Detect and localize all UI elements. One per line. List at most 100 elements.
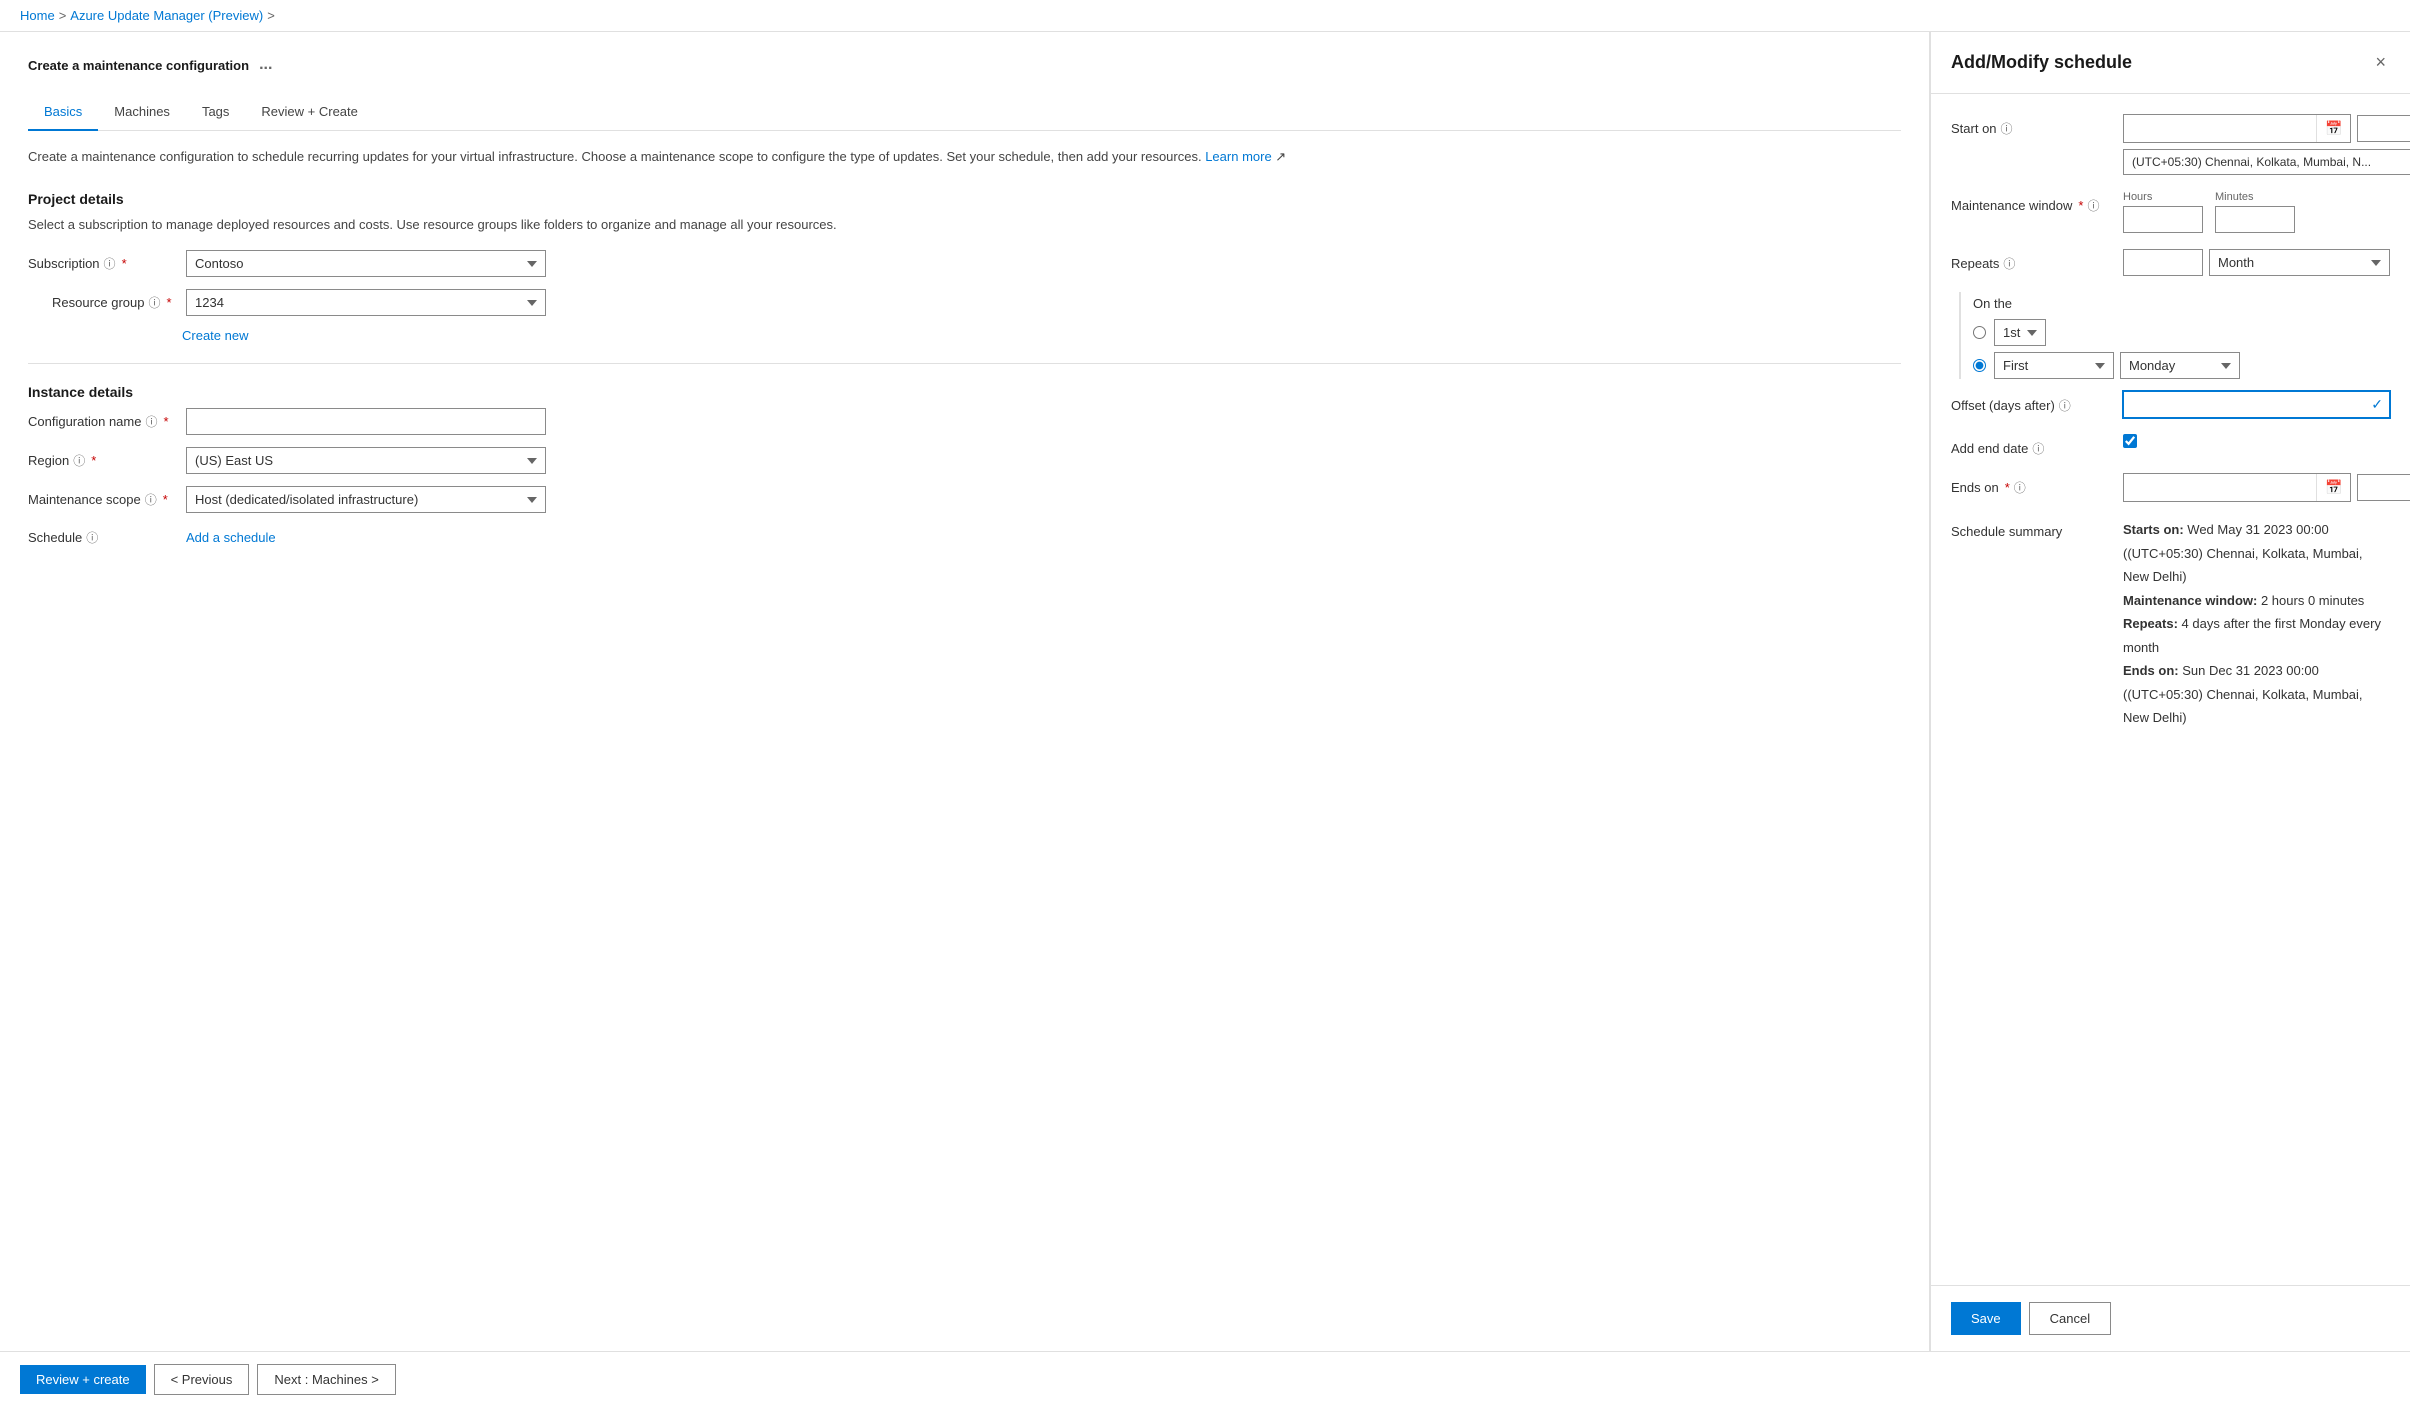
subscription-row: Subscription ⓘ * Contoso [28,250,1901,277]
offset-controls: 4 ✓ [2123,391,2390,418]
add-end-date-controls [2123,434,2390,448]
radio-ordinal[interactable] [1973,359,1986,372]
end-time-input[interactable]: 12:00 AM [2357,474,2410,501]
radio-ordinal-row: First Second Third Fourth Last Sunday Mo… [1973,352,2390,379]
schedule-label: Schedule ⓘ [28,529,178,546]
tabs-container: Basics Machines Tags Review + Create [28,94,1901,131]
resource-group-info-icon[interactable]: ⓘ [149,294,161,311]
offset-input[interactable]: 4 [2124,392,2389,417]
breadcrumb-sep2: > [267,8,275,23]
radio-day-number-row: 1st [1973,319,2390,346]
timezone-select[interactable]: (UTC+05:30) Chennai, Kolkata, Mumbai, N.… [2123,149,2410,175]
summary-window-bold: Maintenance window: [2123,593,2261,608]
radio-day-number[interactable] [1973,326,1986,339]
subscription-label: Subscription ⓘ * [28,255,178,272]
offset-input-wrap: 4 ✓ [2123,391,2390,418]
start-date-input-wrap: 05/31/2023 📅 [2123,114,2351,143]
page-title-more[interactable]: ... [259,56,272,74]
offset-check-icon: ✓ [2371,396,2383,413]
minutes-label: Minutes [2215,191,2295,203]
panel-close-button[interactable]: × [2371,48,2390,77]
breadcrumb-sep1: > [59,8,67,23]
panel-body: Start on ⓘ 05/31/2023 📅 12:00 AM (UTC+05… [1931,94,2410,1285]
bottom-bar: Review + create < Previous Next : Machin… [0,1351,2410,1407]
tab-tags[interactable]: Tags [186,94,245,131]
config-name-info-icon[interactable]: ⓘ [145,413,157,430]
ends-on-info-icon[interactable]: ⓘ [2014,479,2026,496]
repeats-unit-select[interactable]: Day Week Month Year [2209,249,2390,276]
start-date-input[interactable]: 05/31/2023 [2124,116,2316,141]
ordinal-select[interactable]: First Second Third Fourth Last [1994,352,2114,379]
region-row: Region ⓘ * (US) East US [28,447,1901,474]
calendar-icon[interactable]: 📅 [2316,115,2350,142]
resource-group-label: Resource group ⓘ * [28,294,178,311]
previous-button[interactable]: < Previous [154,1364,250,1395]
breadcrumb-home[interactable]: Home [20,8,55,23]
region-info-icon[interactable]: ⓘ [73,452,85,469]
project-details-desc: Select a subscription to manage deployed… [28,215,1901,235]
panel-title: Add/Modify schedule [1951,52,2132,73]
maintenance-scope-label: Maintenance scope ⓘ * [28,491,178,508]
end-date-input[interactable]: 12/31/2023 [2124,475,2316,500]
summary-starts-bold: Starts on: [2123,522,2187,537]
hours-group: Hours 2 [2123,191,2203,233]
next-machines-button[interactable]: Next : Machines > [257,1364,395,1395]
schedule-summary-label: Schedule summary [1951,518,2111,539]
maintenance-window-info-icon[interactable]: ⓘ [2087,197,2099,214]
repeats-label: Repeats ⓘ [1951,249,2111,272]
region-label: Region ⓘ * [28,452,178,469]
project-details-title: Project details [28,191,1901,207]
repeats-number-input[interactable]: 1 [2123,249,2203,276]
cancel-button[interactable]: Cancel [2029,1302,2111,1335]
region-select[interactable]: (US) East US [186,447,546,474]
save-button[interactable]: Save [1951,1302,2021,1335]
schedule-row: Schedule ⓘ Add a schedule [28,525,1901,550]
summary-window-val: 2 hours 0 minutes [2261,593,2364,608]
end-calendar-icon[interactable]: 📅 [2316,474,2350,501]
review-create-button[interactable]: Review + create [20,1365,146,1394]
on-the-selects: First Second Third Fourth Last Sunday Mo… [1994,352,2240,379]
day-number-select[interactable]: 1st [1994,319,2046,346]
tab-review-create[interactable]: Review + Create [245,94,373,131]
schedule-summary-text: Starts on: Wed May 31 2023 00:00 ((UTC+0… [2123,518,2390,730]
breadcrumb-bar: Home > Azure Update Manager (Preview) > [0,0,2410,32]
start-on-label: Start on ⓘ [1951,114,2111,137]
subscription-info-icon[interactable]: ⓘ [104,255,116,272]
add-end-date-row: Add end date ⓘ [1951,434,2390,457]
ends-on-row: Ends on * ⓘ 12/31/2023 📅 12:00 AM [1951,473,2390,502]
minutes-group: Minutes 0 [2215,191,2295,233]
hours-minutes-row: Hours 2 Minutes 0 [2123,191,2390,233]
schedule-info-icon[interactable]: ⓘ [86,529,98,546]
breadcrumb-parent[interactable]: Azure Update Manager (Preview) [70,8,263,23]
hours-input[interactable]: 2 [2123,206,2203,233]
subscription-select[interactable]: Contoso [186,250,546,277]
repeats-number-unit-row: 1 Day Week Month Year [2123,249,2390,276]
repeats-info-icon[interactable]: ⓘ [2003,255,2015,272]
config-name-input[interactable] [186,408,546,435]
timezone-row: (UTC+05:30) Chennai, Kolkata, Mumbai, N.… [2123,149,2410,175]
start-on-controls: 05/31/2023 📅 12:00 AM (UTC+05:30) Chenna… [2123,114,2410,175]
add-end-date-checkbox[interactable] [2123,434,2137,448]
repeats-row: Repeats ⓘ 1 Day Week Month Year [1951,249,2390,276]
add-schedule-button[interactable]: Add a schedule [186,525,276,550]
add-end-date-info-icon[interactable]: ⓘ [2032,440,2044,457]
start-time-input[interactable]: 12:00 AM [2357,115,2410,142]
page-title-row: Create a maintenance configuration ... [28,56,1901,74]
right-panel: Add/Modify schedule × Start on ⓘ 05/31/2… [1930,32,2410,1351]
weekday-select[interactable]: Sunday Monday Tuesday Wednesday Thursday… [2120,352,2240,379]
maintenance-scope-info-icon[interactable]: ⓘ [145,491,157,508]
tab-machines[interactable]: Machines [98,94,186,131]
start-on-info-icon[interactable]: ⓘ [2001,120,2013,137]
maintenance-scope-row: Maintenance scope ⓘ * Host (dedicated/is… [28,486,1901,513]
resource-group-select[interactable]: 1234 [186,289,546,316]
minutes-input[interactable]: 0 [2215,206,2295,233]
maintenance-scope-select[interactable]: Host (dedicated/isolated infrastructure) [186,486,546,513]
summary-repeats-bold: Repeats: [2123,616,2182,631]
start-on-date-time-row: 05/31/2023 📅 12:00 AM [2123,114,2410,143]
tab-basics[interactable]: Basics [28,94,98,131]
create-new-link[interactable]: Create new [182,328,248,343]
learn-more-link[interactable]: Learn more [1205,149,1271,164]
end-date-input-wrap: 12/31/2023 📅 [2123,473,2351,502]
offset-info-icon[interactable]: ⓘ [2059,397,2071,414]
start-on-row: Start on ⓘ 05/31/2023 📅 12:00 AM (UTC+05… [1951,114,2390,175]
